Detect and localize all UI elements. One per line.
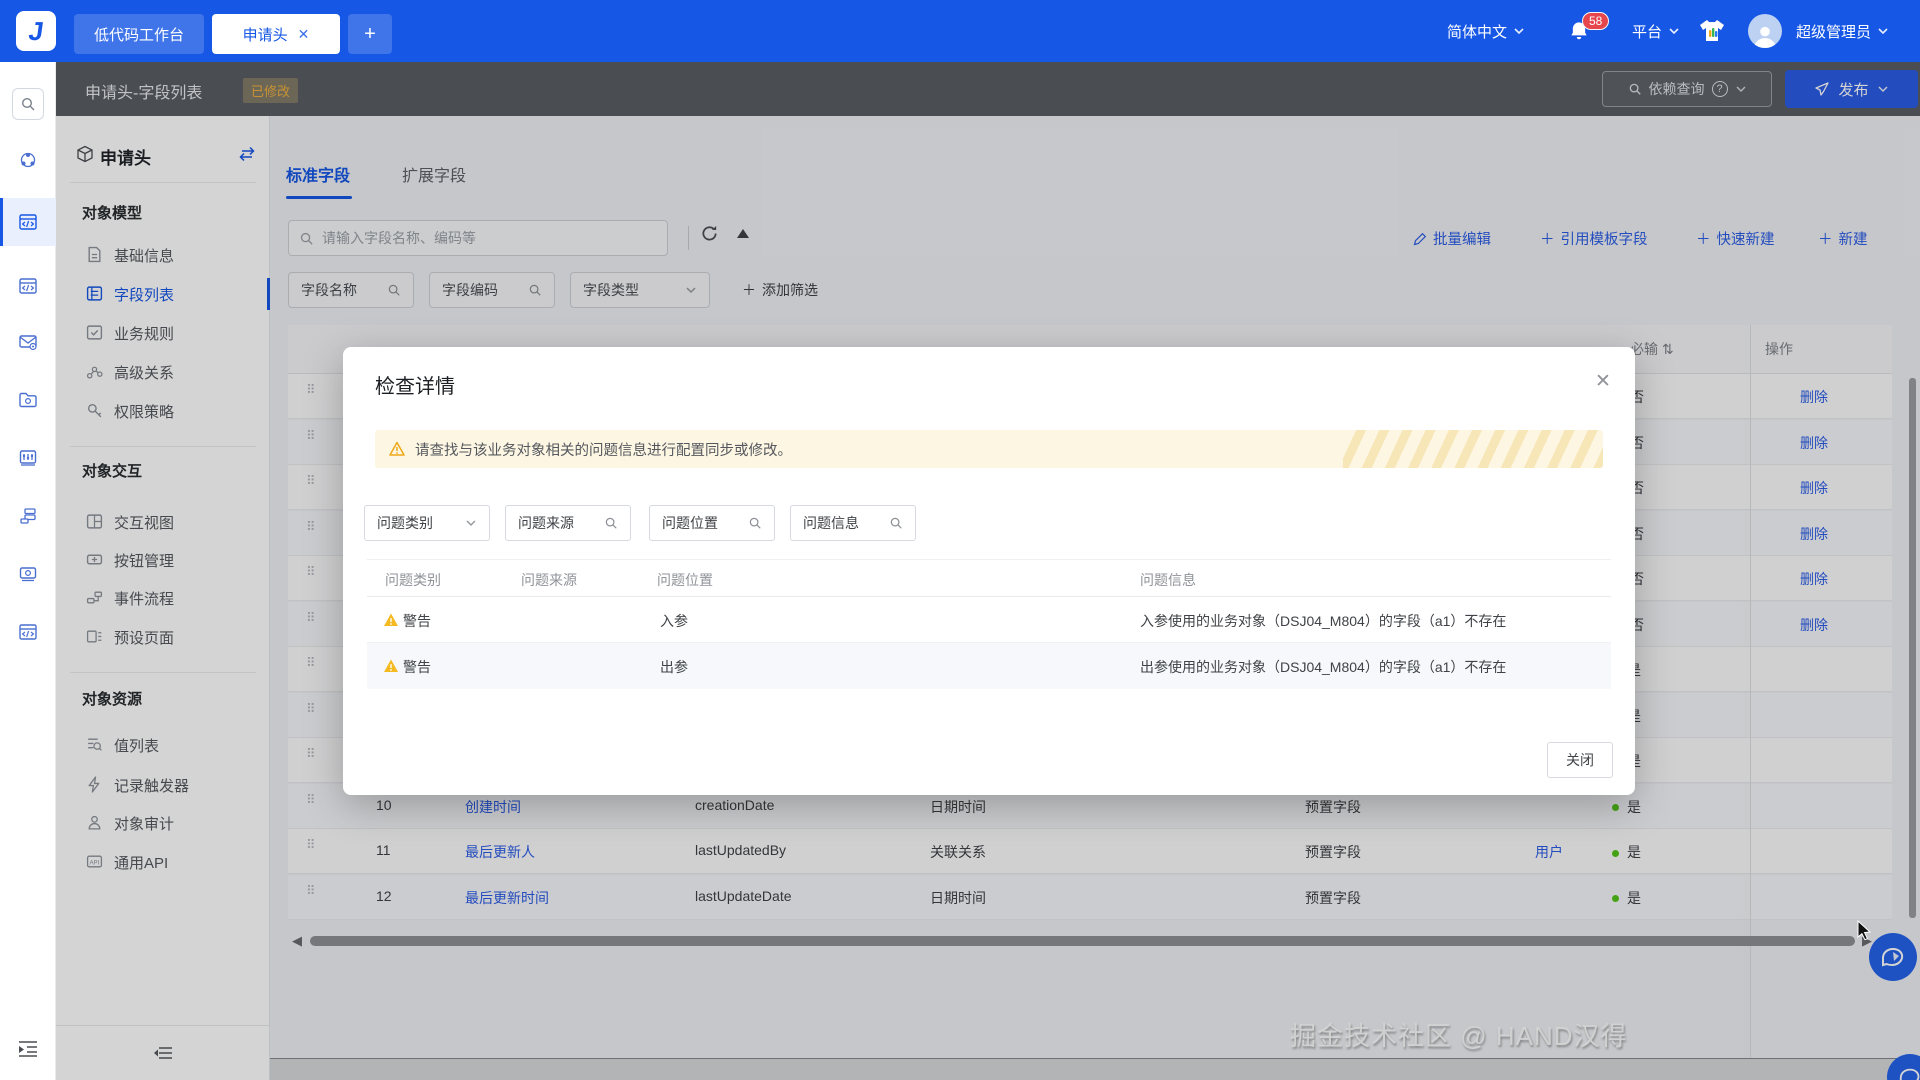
search-icon bbox=[21, 97, 35, 111]
rail-item-message[interactable] bbox=[0, 318, 56, 366]
close-tab-icon[interactable]: ✕ bbox=[298, 26, 310, 43]
rail-item-settings[interactable] bbox=[0, 434, 56, 482]
modal-filter-source[interactable]: 问题来源 bbox=[505, 505, 631, 541]
warning-icon bbox=[384, 613, 398, 626]
chevron-down-icon bbox=[1669, 28, 1679, 35]
check-details-modal: 检查详情 ✕ 请查找与该业务对象相关的问题信息进行配置同步或修改。 问题类别 问… bbox=[343, 347, 1635, 795]
mail-gear-icon bbox=[19, 335, 37, 351]
app-screen: J 低代码工作台 申请头 ✕ + 简体中文 58 平台 超级管理员 申请头-字段… bbox=[0, 0, 1920, 1080]
theme-tshirt-icon[interactable] bbox=[1698, 0, 1726, 62]
structure-icon bbox=[20, 508, 36, 524]
issue-position: 出参 bbox=[660, 659, 688, 675]
search-icon bbox=[749, 517, 761, 529]
chevron-down-icon bbox=[466, 520, 476, 527]
issue-row: 警告 出参 出参使用的业务对象（DSJ04_M804）的字段（a1）不存在 bbox=[367, 643, 1611, 689]
icon-rail bbox=[0, 62, 56, 1080]
rail-collapse-button[interactable] bbox=[17, 1040, 39, 1058]
chevron-down-icon bbox=[1514, 28, 1524, 35]
warning-text: 请查找与该业务对象相关的问题信息进行配置同步或修改。 bbox=[415, 442, 792, 459]
tab-application-header[interactable]: 申请头 ✕ bbox=[212, 14, 340, 54]
code-window-icon bbox=[19, 278, 37, 294]
rail-item-resource[interactable] bbox=[0, 376, 56, 424]
indent-icon bbox=[19, 1041, 37, 1057]
sliders-icon bbox=[19, 450, 37, 466]
folder-gear-icon bbox=[19, 392, 37, 408]
platform-menu[interactable]: 平台 bbox=[1632, 0, 1680, 62]
rail-item-page[interactable] bbox=[0, 262, 56, 310]
modal-close-icon[interactable]: ✕ bbox=[1589, 367, 1617, 395]
warning-icon bbox=[389, 441, 405, 456]
rail-item-object-active[interactable] bbox=[0, 198, 56, 246]
notification-bell[interactable]: 58 bbox=[1568, 0, 1610, 62]
issue-row: 警告 入参 入参使用的业务对象（DSJ04_M804）的字段（a1）不存在 bbox=[367, 597, 1611, 643]
mouse-cursor bbox=[1857, 920, 1872, 940]
user-avatar[interactable] bbox=[1748, 0, 1782, 62]
user-menu[interactable]: 超级管理员 bbox=[1796, 0, 1889, 62]
search-icon bbox=[890, 517, 902, 529]
warning-banner: 请查找与该业务对象相关的问题信息进行配置同步或修改。 bbox=[375, 430, 1603, 468]
monitor-gear-icon bbox=[19, 567, 37, 582]
rail-search-button[interactable] bbox=[12, 88, 44, 120]
top-bar: J 低代码工作台 申请头 ✕ + 简体中文 58 平台 超级管理员 bbox=[0, 0, 1920, 62]
modal-filter-category[interactable]: 问题类别 bbox=[364, 505, 490, 541]
warning-icon bbox=[384, 659, 398, 672]
modal-filter-message[interactable]: 问题信息 bbox=[790, 505, 916, 541]
bell-icon: 58 bbox=[1568, 12, 1610, 42]
modal-filter-position[interactable]: 问题位置 bbox=[649, 505, 775, 541]
notification-count-badge: 58 bbox=[1582, 12, 1610, 30]
modal-close-button[interactable]: 关闭 bbox=[1547, 742, 1613, 778]
chevron-down-icon bbox=[1878, 28, 1888, 35]
code-window-icon bbox=[19, 624, 37, 640]
search-icon bbox=[605, 517, 617, 529]
rail-item-model[interactable] bbox=[0, 136, 56, 184]
tab-workbench[interactable]: 低代码工作台 bbox=[74, 14, 204, 54]
issue-category: 警告 bbox=[403, 613, 431, 629]
rail-item-api-page[interactable] bbox=[0, 608, 56, 656]
rail-item-structure[interactable] bbox=[0, 492, 56, 540]
app-logo-icon[interactable]: J bbox=[16, 11, 56, 51]
modal-title: 检查详情 bbox=[375, 376, 455, 398]
avatar-icon bbox=[1748, 14, 1782, 48]
issue-message: 出参使用的业务对象（DSJ04_M804）的字段（a1）不存在 bbox=[1140, 659, 1507, 675]
model-network-icon bbox=[20, 152, 36, 168]
code-window-icon bbox=[19, 214, 37, 230]
issue-position: 入参 bbox=[660, 613, 688, 629]
banner-stripes-decoration bbox=[1343, 430, 1603, 468]
issue-category: 警告 bbox=[403, 659, 431, 675]
language-switcher[interactable]: 简体中文 bbox=[1447, 0, 1525, 62]
issue-message: 入参使用的业务对象（DSJ04_M804）的字段（a1）不存在 bbox=[1140, 613, 1507, 629]
rail-item-monitor[interactable] bbox=[0, 550, 56, 598]
add-tab-button[interactable]: + bbox=[348, 14, 392, 54]
modal-table-header: 问题类别 问题来源 问题位置 问题信息 bbox=[367, 559, 1611, 597]
